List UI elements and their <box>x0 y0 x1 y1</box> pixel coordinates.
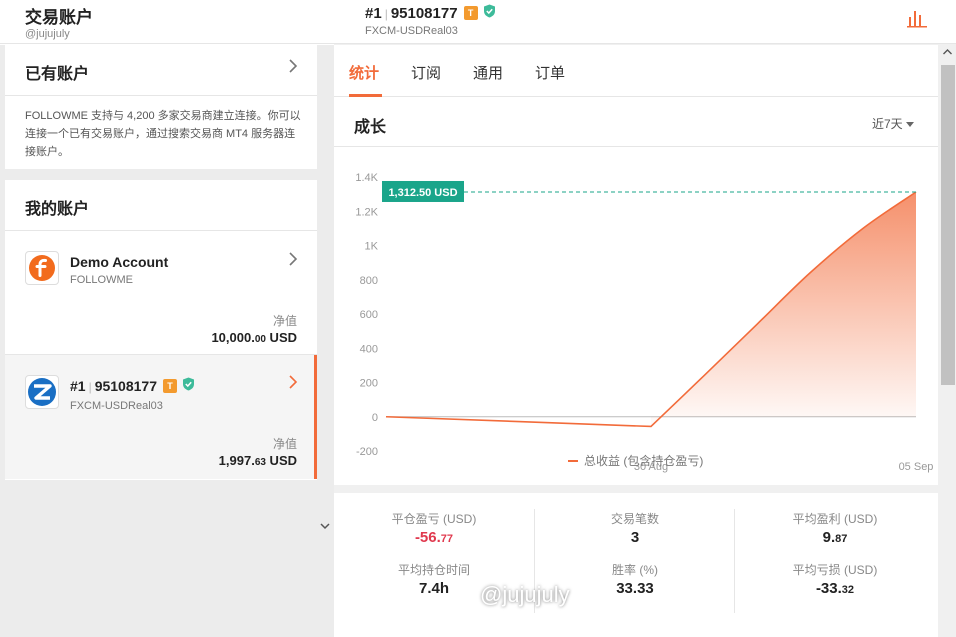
growth-title: 成长 <box>354 119 387 136</box>
verified-shield-icon <box>483 4 496 22</box>
bar-chart-icon[interactable] <box>906 8 928 33</box>
tab-bar: 统计 订阅 通用 订单 <box>334 45 938 97</box>
vertical-scrollbar[interactable] <box>938 45 956 637</box>
existing-account-description: FOLLOWME 支持与 4,200 多家交易商建立连接。你可以连接一个已有交易… <box>25 110 301 158</box>
y-tick-label: 400 <box>360 343 378 355</box>
y-tick-label: 1.4K <box>355 172 378 184</box>
stat-value: 33.33 <box>616 580 654 597</box>
chevron-right-icon[interactable] <box>288 375 298 394</box>
chevron-right-icon[interactable] <box>288 252 298 271</box>
growth-chart-svg: 1.4K1.2K1K8006004002000-20030 Aug 05 Sep1… <box>355 172 934 473</box>
tab-general[interactable]: 通用 <box>473 62 503 83</box>
legend-label: 总收益 (包含持仓盈亏) <box>584 454 704 468</box>
growth-chart: 1.4K 1.2K 1K 800 600 400 200 0 -200 30 Aug 05 Sep 1… <box>334 147 938 485</box>
stat-label: 平均盈利 (USD) <box>792 512 878 526</box>
stat-value: -33.32 <box>815 580 855 597</box>
tab-orders[interactable]: 订单 <box>535 62 565 83</box>
equity-label: 净值 <box>272 314 297 328</box>
stat-value: -56.77 <box>414 529 454 546</box>
account-server: FXCM-USDReal03 <box>70 400 163 412</box>
verified-shield-icon <box>182 377 195 394</box>
equity-label: 净值 <box>272 437 297 451</box>
chart-legend[interactable]: 总收益 (包含持仓盈亏) <box>568 452 703 469</box>
scroll-down-icon[interactable] <box>320 521 330 533</box>
followme-logo-icon <box>25 251 59 285</box>
tab-stats[interactable]: 统计 <box>349 62 379 83</box>
account-broker: FOLLOWME <box>70 274 133 286</box>
account-name: Demo Account <box>70 254 169 270</box>
account-detail: #1 | 95108177 T FXCM-USDReal03 统计 订阅 通用 订单 … <box>334 0 956 637</box>
y-tick-label: 1.2K <box>355 206 378 218</box>
y-tick-label: 1K <box>365 241 379 253</box>
chevron-right-icon[interactable] <box>288 59 298 78</box>
current-value-label: 1,312.50 USD <box>388 187 457 199</box>
detail-header: #1 | 95108177 T FXCM-USDReal03 <box>334 0 956 44</box>
stat-value: 9.87 <box>822 529 848 546</box>
active-tab-indicator <box>349 94 382 97</box>
tab-subscribe[interactable]: 订阅 <box>411 62 441 83</box>
my-accounts-card: 我的账户 Demo Account FOLLOWME 净值 10,000.00 … <box>5 180 317 480</box>
equity-value: 1,997.63 USD <box>218 453 297 468</box>
my-accounts-title: 我的账户 <box>25 201 90 218</box>
scrollbar-thumb[interactable] <box>941 65 955 385</box>
y-tick-label: 0 <box>372 412 378 424</box>
stats-panel[interactable]: 统计 订阅 通用 订单 成长 近7天 1.4K 1.2K 1K 800 600 400 20… <box>334 45 938 637</box>
accounts-sidebar: 交易账户 @jujujuly 已有账户 FOLLOWME 支持与 4,200 多… <box>0 0 334 637</box>
page-title: 交易账户 <box>25 8 93 27</box>
y-tick-label: -200 <box>356 446 378 458</box>
account-item-fxcm-content[interactable]: #1 | 95108177 T FXCM-USDReal03 净值 1,997.63 … <box>5 355 317 479</box>
divider <box>5 95 317 96</box>
stat-label: 交易笔数 <box>610 512 659 526</box>
y-tick-label: 200 <box>360 378 378 390</box>
equity-value: 10,000.00 USD <box>211 330 297 345</box>
divider <box>734 509 735 613</box>
watermark: @jujujuly <box>480 582 570 607</box>
y-tick-label: 600 <box>360 309 378 321</box>
sidebar-header: 交易账户 @jujujuly <box>0 0 334 44</box>
range-select[interactable]: 近7天 <box>872 115 915 132</box>
stat-label: 胜率 (%) <box>612 563 658 577</box>
user-handle: @jujujuly <box>25 28 70 40</box>
y-tick-label: 800 <box>360 275 378 287</box>
stats-grid: 平仓盈亏 (USD) -56.77 交易笔数 3 平均盈利 (USD) 9.87… <box>334 493 938 637</box>
account-item-demo[interactable]: Demo Account FOLLOWME 净值 10,000.00 USD <box>5 231 317 355</box>
stat-value: 3 <box>630 529 640 546</box>
legend-swatch <box>568 460 578 462</box>
scroll-up-icon[interactable] <box>943 47 952 57</box>
x-tick-label: 05 Sep <box>899 461 934 473</box>
detail-account-server: FXCM-USDReal03 <box>365 25 458 37</box>
type-badge: T <box>163 379 177 393</box>
stat-label: 平均亏损 (USD) <box>792 563 878 577</box>
type-badge: T <box>463 6 478 20</box>
sidebar-scroll-area[interactable]: 已有账户 FOLLOWME 支持与 4,200 多家交易商建立连接。你可以连接一… <box>0 45 334 637</box>
section-gap <box>334 485 938 493</box>
existing-account-card[interactable]: 已有账户 FOLLOWME 支持与 4,200 多家交易商建立连接。你可以连接一… <box>5 45 317 169</box>
fxcm-logo-icon <box>25 375 59 409</box>
account-title: #1 | 95108177 T <box>70 377 195 394</box>
existing-account-title: 已有账户 <box>25 66 90 83</box>
stat-label: 平均持仓时间 <box>397 563 470 577</box>
stat-label: 平仓盈亏 (USD) <box>391 512 477 526</box>
detail-account-title: #1 | 95108177 T <box>365 4 496 22</box>
series-area <box>651 191 916 427</box>
caret-down-icon <box>906 117 915 131</box>
